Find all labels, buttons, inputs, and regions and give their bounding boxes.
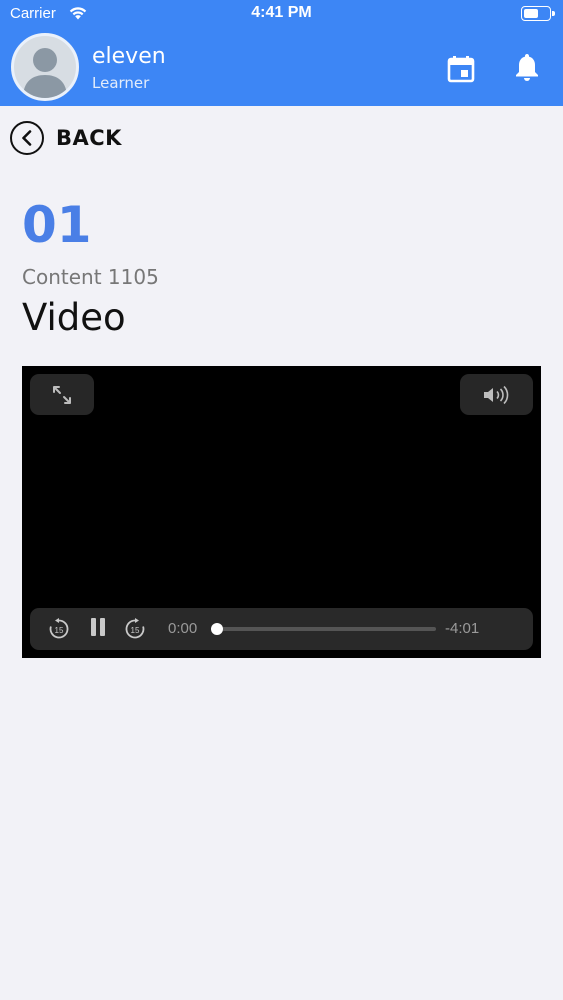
progress-track[interactable]: [217, 627, 436, 631]
user-role: Learner: [92, 74, 150, 92]
content-number: 01: [22, 196, 92, 254]
back-button[interactable]: BACK: [10, 120, 122, 156]
skip-forward-15-icon[interactable]: 15: [123, 617, 147, 641]
playback-controls: 15 15 0:00 -4:01: [30, 608, 533, 650]
back-label: BACK: [56, 126, 122, 150]
volume-button[interactable]: [460, 374, 533, 415]
user-silhouette-icon: [23, 48, 67, 98]
chevron-left-icon: [10, 121, 44, 155]
content-title: Video: [22, 296, 126, 339]
battery-icon: [521, 6, 555, 21]
user-name: eleven: [92, 44, 166, 69]
status-bar: Carrier 4:41 PM: [0, 0, 563, 28]
skip-back-label: 15: [55, 626, 64, 635]
skip-back-15-icon[interactable]: 15: [47, 617, 71, 641]
video-player[interactable]: 15 15 0:00 -4:01: [22, 366, 541, 658]
elapsed-time: 0:00: [168, 620, 198, 637]
content-subtitle: Content 1105: [22, 265, 159, 289]
expand-icon: [53, 385, 71, 404]
skip-forward-label: 15: [131, 626, 140, 635]
calendar-icon[interactable]: [447, 55, 475, 83]
status-time: 4:41 PM: [251, 4, 312, 21]
bell-icon[interactable]: [513, 52, 541, 82]
fullscreen-button[interactable]: [30, 374, 94, 415]
app-header: Carrier 4:41 PM eleven Learner: [0, 0, 563, 106]
speaker-icon: [483, 385, 508, 404]
scrubber-handle[interactable]: [211, 623, 223, 635]
pause-button[interactable]: [90, 618, 106, 640]
avatar[interactable]: [11, 33, 79, 101]
remaining-time: -4:01: [445, 620, 480, 637]
